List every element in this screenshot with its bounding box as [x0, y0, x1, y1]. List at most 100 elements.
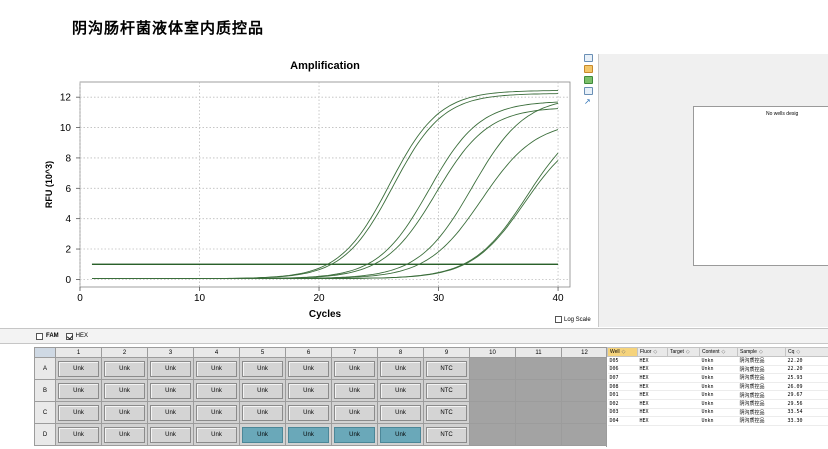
plate-well[interactable]: Unk [242, 360, 283, 377]
plate-cell[interactable]: Unk [377, 423, 424, 446]
plate-well[interactable]: Unk [242, 404, 283, 421]
plate-column-header[interactable]: 7 [331, 347, 378, 358]
plate-cell[interactable] [515, 401, 562, 424]
plate-well[interactable]: NTC [426, 382, 467, 399]
plate-cell[interactable]: Unk [239, 423, 286, 446]
plate-well[interactable]: Unk [58, 360, 99, 377]
plate-cell[interactable]: Unk [101, 379, 148, 402]
plate-well[interactable]: Unk [334, 382, 375, 399]
table-row[interactable]: D02 HEX Unkn 阴沟质控品 29.56 [607, 399, 828, 409]
plate-cell[interactable]: Unk [239, 401, 286, 424]
results-column-header[interactable]: Sample ◇ [737, 347, 786, 357]
print-icon[interactable] [584, 65, 593, 73]
plate-cell[interactable] [561, 401, 608, 424]
plate-well[interactable]: Unk [58, 426, 99, 443]
table-row[interactable]: D03 HEX Unkn 阴沟质控品 33.54 [607, 408, 828, 418]
plate-cell[interactable]: Unk [239, 357, 286, 380]
plate-well[interactable]: Unk [242, 426, 283, 443]
plate-cell[interactable]: Unk [377, 357, 424, 380]
plate-cell[interactable]: Unk [331, 357, 378, 380]
plate-well[interactable]: NTC [426, 426, 467, 443]
plate-cell[interactable]: Unk [55, 357, 102, 380]
plate-cell[interactable]: Unk [193, 357, 240, 380]
sort-icon[interactable]: ◇ [796, 349, 800, 355]
sort-icon[interactable]: ◇ [759, 349, 763, 355]
plate-well[interactable]: Unk [58, 382, 99, 399]
table-row[interactable]: D06 HEX Unkn 阴沟质控品 22.20 [607, 365, 828, 375]
plate-well[interactable]: Unk [196, 360, 237, 377]
results-column-header[interactable]: Target ◇ [667, 347, 700, 357]
plate-cell[interactable] [469, 401, 516, 424]
plate-well[interactable]: Unk [150, 404, 191, 421]
sort-icon[interactable]: ◇ [722, 349, 726, 355]
plate-well[interactable]: Unk [104, 404, 145, 421]
plate-cell[interactable] [561, 379, 608, 402]
plate-cell[interactable]: NTC [423, 401, 470, 424]
plate-column-header[interactable]: 5 [239, 347, 286, 358]
plate-well[interactable]: Unk [288, 426, 329, 443]
plate-cell[interactable]: Unk [147, 401, 194, 424]
plate-cell[interactable] [515, 423, 562, 446]
plate-cell[interactable]: NTC [423, 357, 470, 380]
plate-well[interactable]: Unk [380, 360, 421, 377]
plate-cell[interactable] [515, 379, 562, 402]
plate-well[interactable]: Unk [150, 382, 191, 399]
plate-cell[interactable]: Unk [55, 423, 102, 446]
plate-cell[interactable]: Unk [55, 379, 102, 402]
sort-icon[interactable]: ◇ [622, 349, 626, 355]
plate-cell[interactable]: Unk [239, 379, 286, 402]
plate-cell[interactable]: Unk [331, 401, 378, 424]
plate-column-header[interactable]: 4 [193, 347, 240, 358]
plate-cell[interactable]: Unk [101, 357, 148, 380]
sort-icon[interactable]: ◇ [686, 349, 690, 355]
log-scale-toggle[interactable]: Log Scale [555, 316, 591, 323]
plate-well[interactable]: Unk [196, 404, 237, 421]
plate-well[interactable]: Unk [242, 382, 283, 399]
plate-cell[interactable]: Unk [377, 379, 424, 402]
table-row[interactable]: D07 HEX Unkn 阴沟质控品 25.93 [607, 373, 828, 383]
plate-column-header[interactable]: 1 [55, 347, 102, 358]
plate-cell[interactable] [469, 379, 516, 402]
plate-well[interactable]: Unk [196, 426, 237, 443]
plate-well[interactable]: NTC [426, 360, 467, 377]
plate-cell[interactable]: Unk [101, 423, 148, 446]
plate-well[interactable]: NTC [426, 404, 467, 421]
plate-cell[interactable]: Unk [331, 379, 378, 402]
results-column-header[interactable]: Content ◇ [699, 347, 738, 357]
plate-cell[interactable]: Unk [377, 401, 424, 424]
plate-cell[interactable]: Unk [285, 401, 332, 424]
plate-well[interactable]: Unk [104, 360, 145, 377]
plate-row-header[interactable]: B [34, 379, 56, 402]
plate-cell[interactable]: Unk [55, 401, 102, 424]
plate-column-header[interactable]: 12 [561, 347, 608, 358]
plate-well[interactable]: Unk [288, 404, 329, 421]
results-column-header[interactable]: Well ◇ [607, 347, 638, 357]
plate-column-header[interactable]: 8 [377, 347, 424, 358]
plate-well[interactable]: Unk [334, 360, 375, 377]
export-icon[interactable] [584, 76, 593, 84]
plate-cell[interactable] [515, 357, 562, 380]
plate-well[interactable]: Unk [380, 426, 421, 443]
plate-row-header[interactable]: D [34, 423, 56, 446]
plate-cell[interactable]: Unk [285, 379, 332, 402]
plate-row-header[interactable]: C [34, 401, 56, 424]
results-column-header[interactable]: Fluor ◇ [637, 347, 668, 357]
plate-row-header[interactable]: A [34, 357, 56, 380]
plate-cell[interactable]: Unk [331, 423, 378, 446]
plate-cell[interactable]: Unk [147, 379, 194, 402]
plate-well[interactable]: Unk [104, 382, 145, 399]
copy-icon[interactable] [584, 54, 593, 62]
plate-cell[interactable]: Unk [193, 379, 240, 402]
plate-well[interactable]: Unk [150, 426, 191, 443]
plate-column-header[interactable]: 6 [285, 347, 332, 358]
plate-cell[interactable]: NTC [423, 379, 470, 402]
plate-cell[interactable]: Unk [193, 401, 240, 424]
plate-well[interactable]: Unk [58, 404, 99, 421]
log-scale-checkbox[interactable] [555, 316, 562, 323]
plate-column-header[interactable]: 11 [515, 347, 562, 358]
plate-cell[interactable]: Unk [101, 401, 148, 424]
fam-checkbox[interactable] [36, 332, 43, 340]
plate-cell[interactable] [469, 357, 516, 380]
plate-cell[interactable] [469, 423, 516, 446]
sort-icon[interactable]: ◇ [653, 349, 657, 355]
